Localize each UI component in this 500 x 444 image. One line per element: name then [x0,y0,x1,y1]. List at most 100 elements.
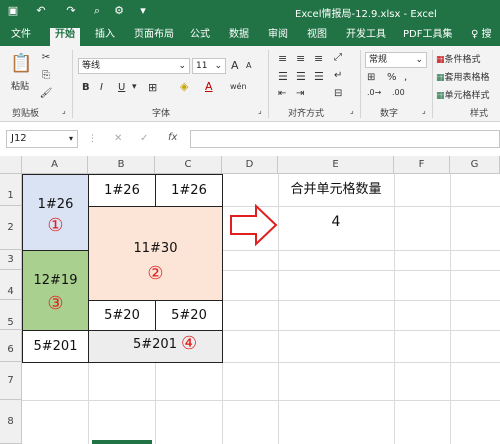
font-name-combo[interactable]: 等线 ⌄ [78,58,190,74]
decrease-font-button[interactable]: A [246,61,251,70]
cell-c5[interactable]: 5#20 [155,300,223,331]
tab-page-layout[interactable]: 页面布局 [129,28,179,46]
formula-input[interactable] [190,130,500,148]
formula-bar: J12 ▾ ⋮ ✕ ✓ fx [0,122,500,156]
cell-a1-a2-merged[interactable]: 1#26 ① [22,174,89,251]
conditional-format-button[interactable]: ▦条件格式 [436,52,481,65]
row-header-2[interactable]: 2 [0,206,22,250]
bold-button[interactable]: B [82,82,90,93]
align-right-icon[interactable]: ☰ [314,70,324,83]
name-box[interactable]: J12 ▾ [6,130,78,148]
copy-icon[interactable]: ⎘ [38,68,54,84]
cell-styles-button[interactable]: ▦单元格样式 [436,88,490,101]
cell-c1[interactable]: 1#26 [155,174,223,207]
row-header-6[interactable]: 6 [0,330,22,362]
number-launcher-icon[interactable]: ⌟ [422,106,426,115]
cell-b5[interactable]: 5#20 [88,300,156,331]
row-header-7[interactable]: 7 [0,362,22,400]
decrease-indent-icon[interactable]: ⇤ [278,88,286,99]
underline-button[interactable]: U [118,82,125,93]
decrease-decimal-icon[interactable]: .00 [392,88,405,97]
tab-review[interactable]: 审阅 [263,28,293,46]
cell-a3-a5-merged[interactable]: 12#19 ③ [22,250,89,331]
align-left-icon[interactable]: ☰ [278,70,288,83]
chevron-down-icon: ⌄ [214,61,222,71]
increase-indent-icon[interactable]: ⇥ [296,88,304,99]
column-header-e[interactable]: E [278,156,394,174]
align-middle-icon[interactable]: ≡ [296,52,305,65]
tell-me-search[interactable]: ♀ 搜 [466,28,497,46]
comma-icon[interactable]: , [404,72,407,83]
tab-file[interactable]: 文件 [6,28,36,46]
undo-icon[interactable]: ↶ [34,4,48,18]
increase-font-button[interactable]: A [231,59,239,72]
align-center-icon[interactable]: ☰ [296,70,306,83]
paste-icon[interactable]: 📋 [10,52,32,76]
alignment-group-label: 对齐方式 [288,109,325,119]
chevron-down-icon[interactable]: ▾ [132,82,137,92]
tab-view[interactable]: 视图 [302,28,332,46]
tab-insert[interactable]: 插入 [90,28,120,46]
alignment-launcher-icon[interactable]: ⌟ [350,106,354,115]
font-size-combo[interactable]: 11 ⌄ [192,58,226,74]
percent-icon[interactable]: % [387,72,397,83]
wrap-text-icon[interactable]: ↵ [334,70,342,81]
tab-formulas[interactable]: 公式 [185,28,215,46]
column-header-a[interactable]: A [22,156,88,174]
clipboard-launcher-icon[interactable]: ⌟ [62,106,66,115]
orientation-icon[interactable]: ⤢ [334,52,342,63]
column-header-f[interactable]: F [394,156,450,174]
font-group-label: 字体 [152,109,171,119]
font-launcher-icon[interactable]: ⌟ [258,106,262,115]
row-header-3[interactable]: 3 [0,250,22,270]
row-header-5[interactable]: 5 [0,300,22,330]
tab-pdf-tools[interactable]: PDF工具集 [398,28,457,46]
tab-developer[interactable]: 开发工具 [341,28,391,46]
column-header-g[interactable]: G [450,156,500,174]
select-all-corner[interactable] [0,156,22,174]
column-header-d[interactable]: D [222,156,278,174]
number-group-label: 数字 [380,109,399,119]
qa-dropdown-icon[interactable]: ▾ [136,4,150,18]
column-header-b[interactable]: B [88,156,155,174]
tab-data[interactable]: 数据 [224,28,254,46]
cell-b2-c4-merged[interactable]: 11#30 ② [88,206,223,301]
cell-value: 1#26 [37,197,74,212]
row-header-1[interactable]: 1 [0,174,22,206]
increase-decimal-icon[interactable]: .0→ [367,88,381,97]
cell-b1[interactable]: 1#26 [88,174,156,207]
align-bottom-icon[interactable]: ≡ [314,52,323,65]
align-top-icon[interactable]: ≡ [278,52,287,65]
save-icon[interactable]: ▣ [6,4,20,18]
circled-number-4: ④ [181,333,198,354]
print-preview-icon[interactable]: ⌕ [90,4,104,18]
currency-icon[interactable]: ⊞ [367,72,375,83]
tab-home[interactable]: 开始 [50,28,80,46]
redo-icon[interactable]: ↷ [64,4,78,18]
insert-function-icon[interactable]: fx [168,132,177,143]
row-header-8[interactable]: 8 [0,400,22,444]
merge-center-icon[interactable]: ⊟ [334,88,342,99]
cell-e2[interactable]: 4 [278,208,394,236]
italic-button[interactable]: I [100,82,103,93]
gridline [22,400,500,401]
cell-e1[interactable]: 合并单元格数量 [278,176,394,204]
customize-icon[interactable]: ⚙ [112,4,126,18]
cut-icon[interactable]: ✂ [38,50,54,66]
format-painter-icon[interactable]: 🖌 [38,86,54,102]
column-header-c[interactable]: C [155,156,222,174]
phonetic-button[interactable]: wén [230,82,247,91]
format-as-table-button[interactable]: ▦套用表格格 [436,70,490,83]
clipboard-group-label: 剪贴板 [12,109,40,119]
font-color-icon[interactable]: A [205,80,213,93]
cancel-icon[interactable]: ✕ [114,133,122,144]
row-header-4[interactable]: 4 [0,270,22,300]
paste-button[interactable]: 粘贴 [11,79,29,92]
sheet-tab-indicator[interactable] [92,440,152,444]
cell-b6-c6-merged[interactable]: 5#201 ④ [88,330,223,363]
fill-color-icon[interactable]: ◈ [180,80,188,93]
borders-icon[interactable]: ⊞ [148,81,157,94]
cell-a6[interactable]: 5#201 [22,330,89,363]
enter-icon[interactable]: ✓ [140,133,148,144]
number-format-combo[interactable]: 常规 ⌄ [365,52,427,68]
